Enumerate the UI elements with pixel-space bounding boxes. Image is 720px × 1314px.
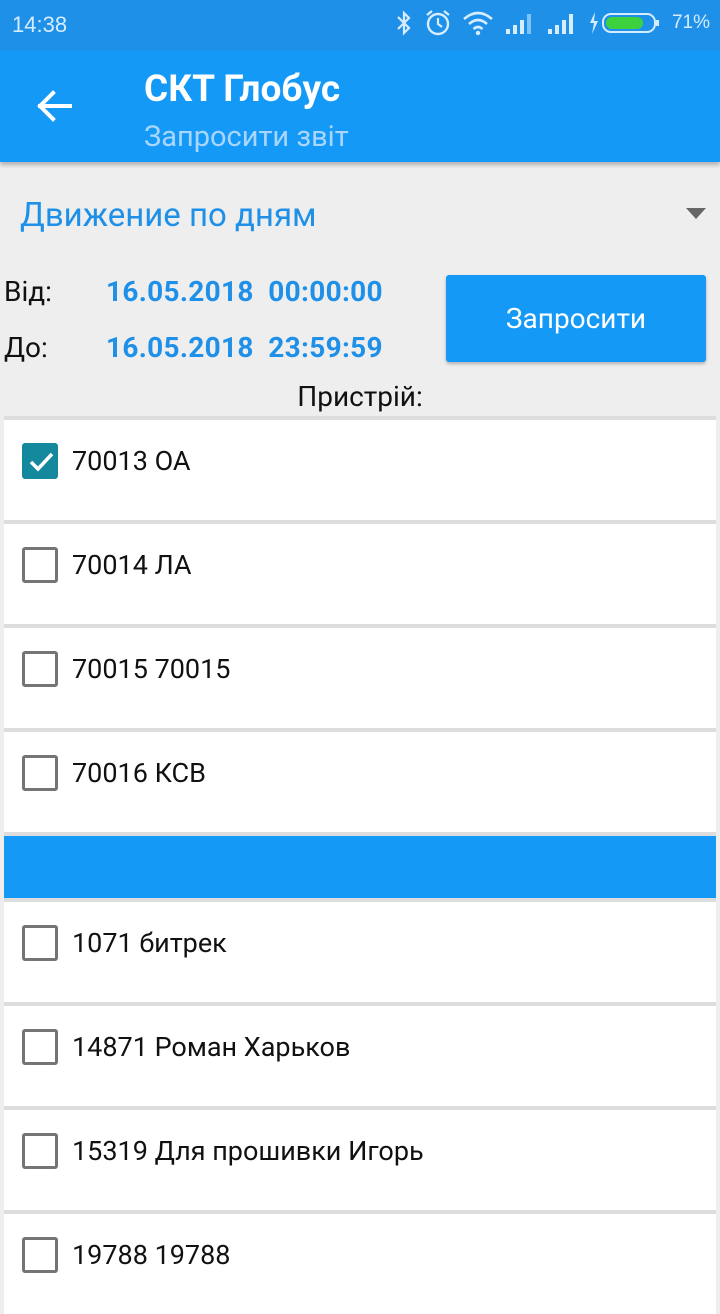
battery-percent: 71% (671, 12, 710, 33)
to-date[interactable]: 16.05.2018 23:59:59 (106, 331, 383, 364)
checkmark-icon (29, 452, 54, 472)
to-time-value[interactable]: 23:59:59 (268, 331, 383, 364)
report-type-value: Движение по дням (20, 196, 317, 235)
device-list-item[interactable]: 70016 КСВ (4, 728, 716, 832)
app-subtitle: Запросити звіт (144, 120, 349, 154)
battery-icon (589, 12, 659, 34)
device-label-text: 19788 19788 (72, 1239, 231, 1271)
device-label: Пристрій: (297, 380, 423, 413)
device-checkbox[interactable] (22, 443, 58, 479)
from-date-value[interactable]: 16.05.2018 (106, 275, 254, 308)
status-bar: 14:38 71% (0, 0, 720, 50)
request-button[interactable]: Запросити (446, 275, 706, 362)
app-bar: СКТ Глобус Запросити звіт (0, 50, 720, 162)
device-label-text: 14871 Роман Харьков (72, 1031, 351, 1063)
device-checkbox[interactable] (22, 1237, 58, 1273)
device-list-item[interactable]: 19788 19788 (4, 1210, 716, 1314)
dropdown-caret-icon (686, 208, 706, 219)
group-separator (4, 832, 716, 898)
device-list-item[interactable]: 70015 70015 (4, 624, 716, 728)
to-date-value[interactable]: 16.05.2018 (106, 331, 254, 364)
device-label-text: 70013 ОА (72, 445, 191, 477)
from-label: Від: (4, 275, 52, 308)
device-list: 70013 ОА 70014 ЛА 70015 70015 70016 КСВ 107… (4, 416, 716, 1314)
status-time: 14:38 (12, 12, 68, 37)
device-list-item[interactable]: 14871 Роман Харьков (4, 1002, 716, 1106)
device-list-item[interactable]: 70013 ОА (4, 416, 716, 520)
device-list-item[interactable]: 1071 битрек (4, 898, 716, 1002)
device-label-text: 15319 Для прошивки Игорь (72, 1135, 424, 1167)
device-list-item[interactable]: 15319 Для прошивки Игорь (4, 1106, 716, 1210)
device-list-item[interactable]: 70014 ЛА (4, 520, 716, 624)
device-checkbox[interactable] (22, 1133, 58, 1169)
device-label-text: 70014 ЛА (72, 549, 192, 581)
wifi-icon (463, 11, 493, 36)
app-title: СКТ Глобус (144, 68, 341, 111)
device-checkbox[interactable] (22, 547, 58, 583)
back-arrow-icon[interactable] (30, 86, 80, 126)
device-checkbox[interactable] (22, 651, 58, 687)
device-label-text: 1071 битрек (72, 927, 227, 959)
report-type-dropdown[interactable]: Движение по дням (0, 182, 720, 252)
device-checkbox[interactable] (22, 755, 58, 791)
signal-icon-1 (505, 14, 531, 34)
bluetooth-icon (397, 10, 411, 36)
device-label-text: 70015 70015 (72, 653, 231, 685)
status-icons: 71% (394, 9, 710, 37)
device-checkbox[interactable] (22, 1029, 58, 1065)
device-label-text: 70016 КСВ (72, 757, 206, 789)
to-label: До: (4, 331, 48, 364)
alarm-icon (426, 10, 450, 36)
from-date[interactable]: 16.05.2018 00:00:00 (106, 275, 383, 308)
device-checkbox[interactable] (22, 925, 58, 961)
from-time-value[interactable]: 00:00:00 (268, 275, 383, 308)
signal-icon-2 (547, 14, 573, 34)
